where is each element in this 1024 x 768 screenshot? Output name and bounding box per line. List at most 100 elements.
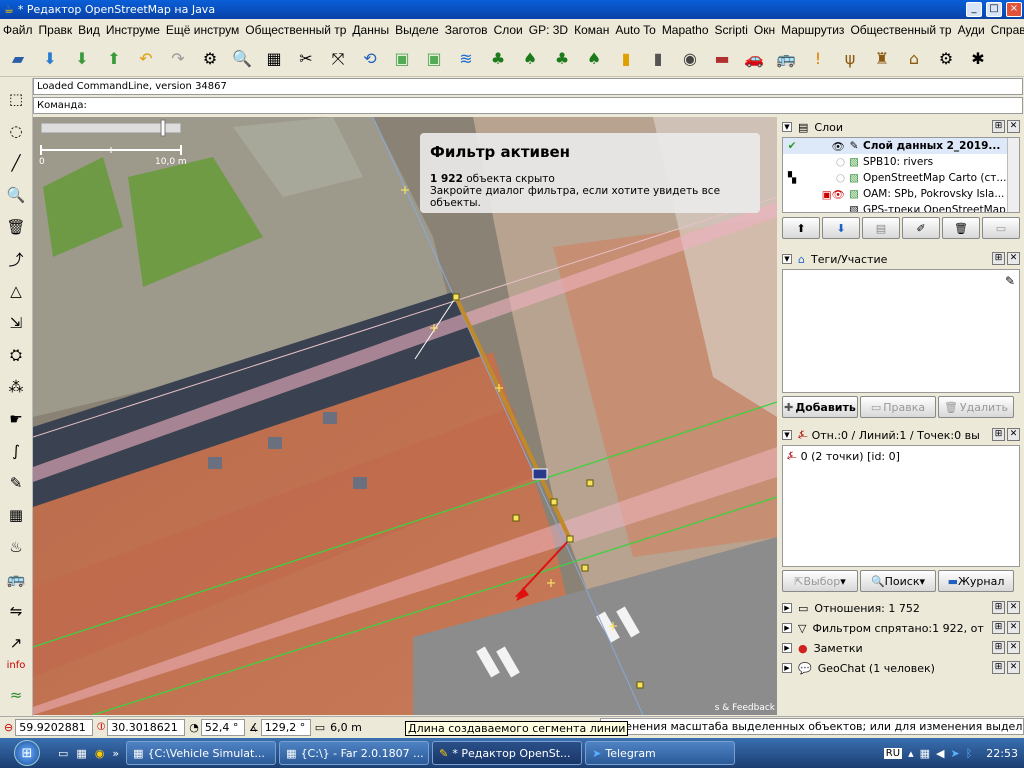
start-button[interactable]: ⊞ xyxy=(0,738,54,768)
zoom-tool-icon[interactable]: 🔍 xyxy=(3,182,29,208)
orthogonalize-icon[interactable]: ▣ xyxy=(389,46,415,72)
delete-layer-button[interactable]: 🗑 xyxy=(942,217,980,239)
map-view[interactable]: 0 10,0 m Фильтр активен 1 922 объекта ск… xyxy=(33,117,777,715)
close-button[interactable]: × xyxy=(1006,2,1022,17)
close-panel-icon[interactable]: ✕ xyxy=(1007,252,1020,265)
plugins-icon[interactable]: ⚙ xyxy=(933,46,959,72)
close-panel-icon[interactable]: ✕ xyxy=(1007,661,1020,674)
detach-icon[interactable]: ⊞ xyxy=(992,621,1005,634)
lasso-tool-icon[interactable]: ◌ xyxy=(3,118,29,144)
selection-panel-header[interactable]: ▼ ⍼ Отн.:0 / Линий:1 / Точек:0 выде ⊞ ✕ xyxy=(778,425,1024,445)
layer-scrollbar[interactable] xyxy=(1007,138,1019,212)
circle-icon[interactable]: ▣ xyxy=(421,46,447,72)
layer-properties-button[interactable]: ✐ xyxy=(902,217,940,239)
menu-item[interactable]: Общественный тр xyxy=(242,23,349,37)
layer-item[interactable]: ○ ▧ SPB10: rivers xyxy=(783,154,1019,170)
select-tool-icon[interactable]: ⬚ xyxy=(3,86,29,112)
visibility-eye-icon[interactable]: ▣👁 xyxy=(801,188,845,201)
delete-tool-icon[interactable]: 🗑 xyxy=(3,214,29,240)
show-desktop-icon[interactable]: ▭ xyxy=(58,747,68,760)
menu-item[interactable]: GP: 3D xyxy=(526,23,571,37)
detach-icon[interactable]: ⊞ xyxy=(992,120,1005,133)
tray-expand-icon[interactable]: ▴ xyxy=(908,747,914,760)
detach-icon[interactable]: ⊞ xyxy=(992,428,1005,441)
close-panel-icon[interactable]: ✕ xyxy=(1007,120,1020,133)
bus-route-icon[interactable]: ⇋ xyxy=(3,598,29,624)
taskbar-item-active[interactable]: ✎ * Редактор OpenSt... xyxy=(432,741,583,765)
preferences-icon[interactable]: ⚙ xyxy=(197,46,223,72)
search-button[interactable]: 🔍 Поиск ▾ xyxy=(860,570,936,592)
building-tool-icon[interactable]: ▦ xyxy=(3,502,29,528)
expand-icon[interactable]: ▶ xyxy=(782,603,792,613)
visibility-circle-icon[interactable]: ○ xyxy=(801,156,845,168)
bluetooth-icon[interactable]: ᛒ xyxy=(966,747,973,760)
expand-icon[interactable]: ▶ xyxy=(782,643,792,653)
tree-preset-icon[interactable]: ♣ xyxy=(485,46,511,72)
layer-item[interactable]: ▧ GPS-треки OpenStreetMap xyxy=(783,202,1019,212)
gpx-tool-icon[interactable]: ⛭ xyxy=(3,342,29,368)
taskbar-item[interactable]: ➤ Telegram xyxy=(585,741,736,765)
tags-panel-header[interactable]: ▼ ⌂ Теги/Участие ⊞ ✕ xyxy=(778,249,1024,269)
history-button[interactable]: ▬ Журнал xyxy=(938,570,1014,592)
command-input[interactable]: Команда: xyxy=(33,97,1023,114)
select-button[interactable]: ⇱ Выбор ▾ xyxy=(782,570,858,592)
castle-preset-icon[interactable]: ♜ xyxy=(869,46,895,72)
merge-layer-button[interactable]: ▤ xyxy=(862,217,900,239)
extrude-tool-icon[interactable]: ⇲ xyxy=(3,310,29,336)
close-panel-icon[interactable]: ✕ xyxy=(1007,428,1020,441)
gpx-track-icon[interactable]: ≈ xyxy=(3,682,29,708)
move-down-button[interactable]: ⬇ xyxy=(822,217,860,239)
menu-item[interactable]: Общественный тр xyxy=(847,23,954,37)
settings-icon[interactable]: ✱ xyxy=(965,46,991,72)
telegram-tray-icon[interactable]: ➤ xyxy=(950,747,959,760)
redo-icon[interactable]: ↷ xyxy=(165,46,191,72)
reverse-icon[interactable]: ⟲ xyxy=(357,46,383,72)
close-panel-icon[interactable]: ✕ xyxy=(1007,641,1020,654)
map-attribution[interactable]: s & Feedback xyxy=(715,703,775,713)
menu-item[interactable]: Заготов xyxy=(442,23,491,37)
bus-tool-icon[interactable]: 🚌 xyxy=(3,566,29,592)
warning-preset-icon[interactable]: ! xyxy=(805,46,831,72)
network-icon[interactable]: ▦ xyxy=(920,747,930,760)
menu-item[interactable]: Окн xyxy=(751,23,778,37)
close-panel-icon[interactable]: ✕ xyxy=(1007,601,1020,614)
menu-item[interactable]: Scripti xyxy=(712,23,751,37)
pencil-tool-icon[interactable]: ✎ xyxy=(3,470,29,496)
water-preset-icon[interactable]: ≋ xyxy=(453,46,479,72)
wood-preset-icon[interactable]: ♣ xyxy=(549,46,575,72)
add-tag-button[interactable]: ✚ Добавить xyxy=(782,396,858,418)
list-item[interactable]: ⍼ 0 (2 точки) [id: 0] xyxy=(787,449,1015,463)
car-preset-icon[interactable]: 🚗 xyxy=(741,46,767,72)
inspect-icon[interactable]: ▦ xyxy=(261,46,287,72)
forest-preset-icon[interactable]: ♠ xyxy=(517,46,543,72)
detach-icon[interactable]: ⊞ xyxy=(992,641,1005,654)
close-panel-icon[interactable]: ✕ xyxy=(1007,621,1020,634)
menu-item[interactable]: Правк xyxy=(36,23,76,37)
menu-item[interactable]: Mapatho xyxy=(659,23,712,37)
detach-icon[interactable]: ⊞ xyxy=(992,252,1005,265)
detach-icon[interactable]: ⊞ xyxy=(992,601,1005,614)
layer-item[interactable]: ▚ ○ ▧ OpenStreetMap Carto (ст... xyxy=(783,170,1019,186)
quicklaunch-chevron-icon[interactable]: » xyxy=(112,747,119,760)
menu-item[interactable]: Ауди xyxy=(955,23,988,37)
info-icon[interactable]: info xyxy=(3,652,29,678)
hand-tool-icon[interactable]: ☛ xyxy=(3,406,29,432)
menu-item[interactable]: Файл xyxy=(0,23,36,37)
restaurant-preset-icon[interactable]: ψ xyxy=(837,46,863,72)
move-up-button[interactable]: ⬆ xyxy=(782,217,820,239)
scrub-preset-icon[interactable]: ♠ xyxy=(581,46,607,72)
expand-icon[interactable]: ▶ xyxy=(782,663,792,673)
edit-tag-button[interactable]: ▭ Правка xyxy=(860,396,936,418)
taskbar-item[interactable]: ▦ {C:\Vehicle Simulat... xyxy=(126,741,277,765)
preset-search-icon[interactable]: ✎ xyxy=(1005,274,1015,288)
fire-tool-icon[interactable]: ♨ xyxy=(3,534,29,560)
maximize-button[interactable]: □ xyxy=(986,2,1002,17)
delete-tag-button[interactable]: 🗑 Удалить xyxy=(938,396,1014,418)
menu-item[interactable]: Справ xyxy=(988,23,1024,37)
visibility-circle-icon[interactable]: ○ xyxy=(801,172,845,184)
node-tool-icon[interactable]: ⁂ xyxy=(3,374,29,400)
download-icon[interactable]: ⬇ xyxy=(69,46,95,72)
combine-way-icon[interactable]: ⤧ xyxy=(325,46,351,72)
wall-preset-icon[interactable]: ▬ xyxy=(709,46,735,72)
road-preset-icon[interactable]: ▮ xyxy=(613,46,639,72)
